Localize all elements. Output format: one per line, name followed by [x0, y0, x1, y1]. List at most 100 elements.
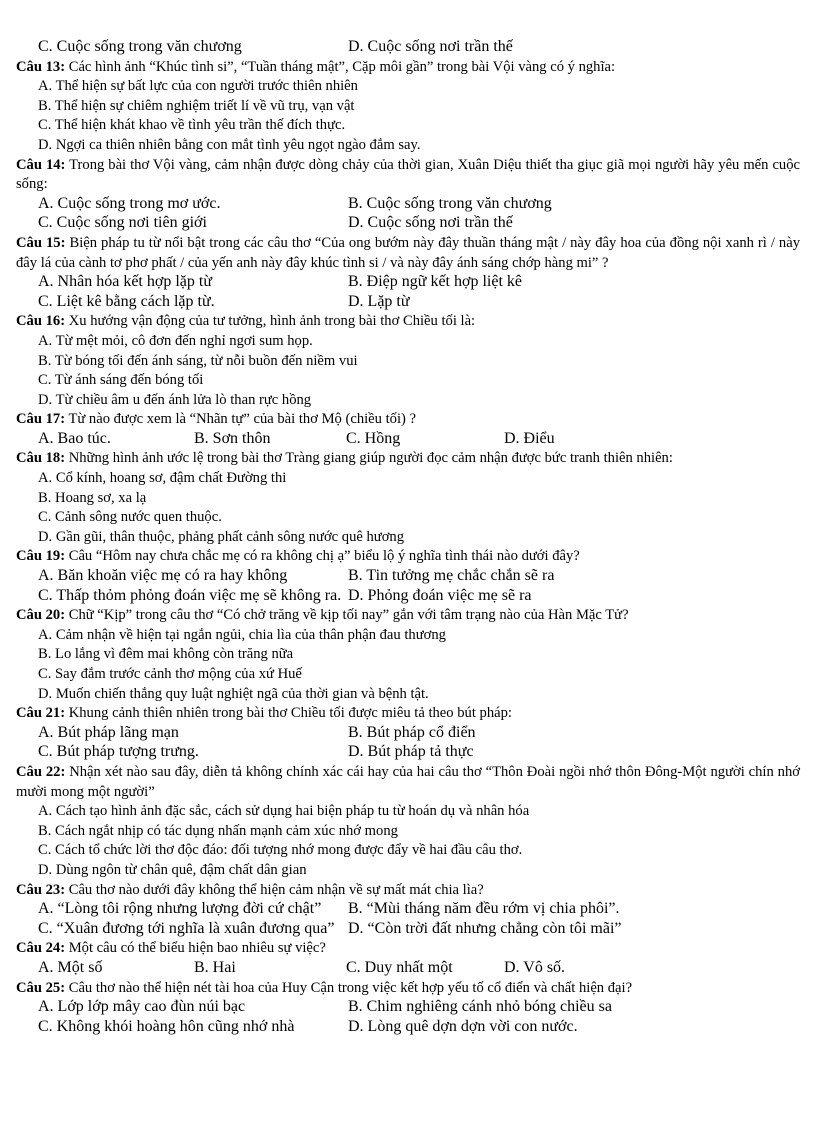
answer-option[interactable]: B. Chim nghiêng cánh nhỏ bóng chiều sa	[348, 998, 612, 1016]
answer-option[interactable]: C. Hồng	[346, 430, 400, 448]
orphan-option-d[interactable]: D. Cuộc sống nơi trần thế	[348, 38, 513, 56]
answer-option-row: C. Không khói hoàng hôn cũng nhớ nhà D. L…	[16, 1018, 800, 1038]
answer-option[interactable]: D. Từ chiều âm u đến ánh lửa lò than rực…	[16, 391, 800, 411]
answer-option[interactable]: C. “Xuân đương tới nghĩa là xuân đương q…	[38, 920, 334, 938]
question-stem: Câu 15: Biện pháp tu từ nổi bật trong cá…	[16, 234, 800, 273]
answer-option-row: C. “Xuân đương tới nghĩa là xuân đương q…	[16, 920, 800, 940]
answer-option[interactable]: C. Bút pháp tượng trưng.	[38, 743, 199, 761]
question-stem: Câu 22: Nhận xét nào sau đây, diễn tả kh…	[16, 763, 800, 802]
answer-option-row: A. Bao túc. B. Sơn thôn C. Hồng D. Điểu	[16, 430, 800, 450]
answer-option[interactable]: A. Cách tạo hình ảnh đặc sắc, cách sử dụ…	[16, 802, 800, 822]
question-number: Câu 13:	[16, 58, 66, 75]
orphan-option-row: C. Cuộc sống trong văn chương D. Cuộc số…	[16, 38, 800, 58]
question-stem: Câu 21: Khung cảnh thiên nhiên trong bài…	[16, 704, 800, 724]
answer-option[interactable]: D. Vô số.	[504, 959, 565, 977]
answer-option[interactable]: C. Từ ánh sáng đến bóng tối	[16, 371, 800, 391]
answer-option[interactable]: C. Thấp thỏm phỏng đoán việc mẹ sẽ không…	[38, 587, 341, 605]
answer-option[interactable]: D. Phỏng đoán việc mẹ sẽ ra	[348, 587, 532, 605]
answer-option[interactable]: D. Gần gũi, thân thuộc, phảng phất cảnh …	[16, 528, 800, 548]
answer-option[interactable]: A. Một số	[38, 959, 102, 977]
question-block: Câu 25: Câu thơ nào thể hiện nét tài hoa…	[16, 979, 800, 1038]
answer-option[interactable]: B. Hoang sơ, xa lạ	[16, 489, 800, 509]
question-number: Câu 22:	[16, 763, 66, 780]
answer-option[interactable]: B. “Mùi tháng năm đều rớm vị chia phôi”.	[348, 900, 620, 918]
question-block: Câu 13: Các hình ảnh “Khúc tình si”, “Tu…	[16, 58, 800, 156]
answer-option[interactable]: B. Hai	[194, 959, 236, 977]
answer-option-row: A. Nhân hóa kết hợp lặp từ B. Điệp ngữ kế…	[16, 273, 800, 293]
answer-option-row: A. Băn khoăn việc mẹ có ra hay không B. T…	[16, 567, 800, 587]
answer-option[interactable]: B. Điệp ngữ kết hợp liệt kê	[348, 273, 522, 291]
question-block: Câu 23: Câu thơ nào dưới đây không thể h…	[16, 881, 800, 940]
question-block: Câu 19: Câu “Hôm nay chưa chắc mẹ có ra …	[16, 547, 800, 606]
question-stem: Câu 24: Một câu có thể biểu hiện bao nhi…	[16, 939, 800, 959]
answer-option[interactable]: D. Bút pháp tả thực	[348, 743, 474, 761]
question-number: Câu 14:	[16, 156, 66, 173]
answer-option[interactable]: A. Cảm nhận về hiện tại ngắn ngủi, chia …	[16, 626, 800, 646]
answer-option[interactable]: D. Muốn chiến thắng quy luật nghiệt ngã …	[16, 685, 800, 705]
answer-option[interactable]: A. Bao túc.	[38, 430, 111, 448]
answer-option[interactable]: A. Bút pháp lãng mạn	[38, 724, 179, 742]
answer-option[interactable]: B. Bút pháp cổ điển	[348, 724, 476, 742]
exam-content: C. Cuộc sống trong văn chương D. Cuộc số…	[16, 38, 800, 1037]
question-block: Câu 24: Một câu có thể biểu hiện bao nhi…	[16, 939, 800, 978]
answer-option[interactable]: B. Thể hiện sự chiêm nghiệm triết lí về …	[16, 97, 800, 117]
question-number: Câu 24:	[16, 940, 66, 957]
answer-option[interactable]: B. Tin tưởng mẹ chắc chắn sẽ ra	[348, 567, 554, 585]
answer-option[interactable]: C. Không khói hoàng hôn cũng nhớ nhà	[38, 1018, 294, 1036]
answer-option[interactable]: A. Cuộc sống trong mơ ước.	[38, 195, 220, 213]
answer-option[interactable]: B. Lo lắng vì đêm mai không còn trăng nữ…	[16, 645, 800, 665]
answer-option[interactable]: A. “Lòng tôi rộng nhưng lượng đời cứ chậ…	[38, 900, 321, 918]
answer-option[interactable]: B. Sơn thôn	[194, 430, 270, 448]
answer-option[interactable]: D. Cuộc sống nơi trần thế	[348, 214, 513, 232]
answer-option[interactable]: C. Duy nhất một	[346, 959, 453, 977]
question-text: Nhận xét nào sau đây, diễn tả không chín…	[16, 763, 800, 800]
answer-option[interactable]: C. Liệt kê bằng cách lặp từ.	[38, 293, 215, 311]
answer-option[interactable]: A. Thể hiện sự bất lực của con người trư…	[16, 77, 800, 97]
answer-option[interactable]: A. Từ mệt mỏi, cô đơn đến nghỉ ngơi sum …	[16, 332, 800, 352]
question-text: Những hình ảnh ước lệ trong bài thơ Tràn…	[65, 450, 673, 467]
question-number: Câu 25:	[16, 979, 66, 996]
question-block: Câu 14: Trong bài thơ Vội vàng, cảm nhận…	[16, 156, 800, 234]
question-block: Câu 20: Chữ “Kịp” trong câu thơ “Có chở …	[16, 606, 800, 704]
answer-option-row: C. Liệt kê bằng cách lặp từ. D. Lặp từ	[16, 293, 800, 313]
question-number: Câu 23:	[16, 881, 66, 898]
answer-option[interactable]: B. Cách ngắt nhịp có tác dụng nhấn mạnh …	[16, 822, 800, 842]
question-number: Câu 19:	[16, 548, 66, 565]
answer-option[interactable]: C. Cảnh sông nước quen thuộc.	[16, 508, 800, 528]
question-stem: Câu 20: Chữ “Kịp” trong câu thơ “Có chở …	[16, 606, 800, 626]
question-text: Câu thơ nào thể hiện nét tài hoa của Huy…	[65, 979, 633, 996]
answer-option[interactable]: A. Lớp lớp mây cao đùn núi bạc	[38, 998, 245, 1016]
answer-option[interactable]: D. Ngợi ca thiên nhiên bằng con mắt tình…	[16, 136, 800, 156]
answer-option[interactable]: D. “Còn trời đất nhưng chẳng còn tôi mãi…	[348, 920, 622, 938]
question-text: Câu “Hôm nay chưa chắc mẹ có ra không ch…	[65, 548, 580, 565]
answer-option[interactable]: D. Dùng ngôn từ chân quê, đậm chất dân g…	[16, 861, 800, 881]
answer-option[interactable]: C. Thể hiện khát khao về tình yêu trần t…	[16, 116, 800, 136]
answer-option[interactable]: B. Cuộc sống trong văn chương	[348, 195, 552, 213]
question-text: Xu hướng vận động của tư tưởng, hình ảnh…	[65, 313, 476, 330]
answer-option[interactable]: A. Nhân hóa kết hợp lặp từ	[38, 273, 212, 291]
answer-option-row: C. Thấp thỏm phỏng đoán việc mẹ sẽ không…	[16, 587, 800, 607]
answer-option[interactable]: C. Say đắm trước cảnh thơ mộng của xứ Hu…	[16, 665, 800, 685]
answer-option[interactable]: C. Cách tổ chức lời thơ độc đáo: đối tượ…	[16, 841, 800, 861]
question-text: Từ nào được xem là “Nhãn tự” của bài thơ…	[65, 411, 416, 428]
answer-option-row: A. Cuộc sống trong mơ ước. B. Cuộc sống t…	[16, 195, 800, 215]
answer-option[interactable]: C. Cuộc sống nơi tiên giới	[38, 214, 207, 232]
question-number: Câu 20:	[16, 607, 66, 624]
question-text: Các hình ảnh “Khúc tình si”, “Tuần tháng…	[65, 58, 616, 75]
answer-option[interactable]: B. Từ bóng tối đến ánh sáng, từ nỗi buồn…	[16, 352, 800, 372]
question-block: Câu 15: Biện pháp tu từ nổi bật trong cá…	[16, 234, 800, 312]
question-stem: Câu 13: Các hình ảnh “Khúc tình si”, “Tu…	[16, 58, 800, 78]
answer-option-row: A. Một số B. Hai C. Duy nhất một D. Vô số.	[16, 959, 800, 979]
exam-page: C. Cuộc sống trong văn chương D. Cuộc số…	[0, 0, 816, 1123]
answer-option[interactable]: D. Lặp từ	[348, 293, 410, 311]
answer-option[interactable]: D. Lòng quê dợn dợn vời con nước.	[348, 1018, 578, 1036]
question-stem: Câu 17: Từ nào được xem là “Nhãn tự” của…	[16, 410, 800, 430]
answer-option[interactable]: D. Điểu	[504, 430, 555, 448]
question-stem: Câu 14: Trong bài thơ Vội vàng, cảm nhận…	[16, 156, 800, 195]
question-text: Biện pháp tu từ nổi bật trong các câu th…	[16, 234, 801, 271]
answer-option[interactable]: A. Băn khoăn việc mẹ có ra hay không	[38, 567, 287, 585]
question-text: Chữ “Kịp” trong câu thơ “Có chở trăng về…	[65, 607, 629, 624]
orphan-option-c[interactable]: C. Cuộc sống trong văn chương	[38, 38, 242, 56]
question-number: Câu 18:	[16, 450, 66, 467]
answer-option[interactable]: A. Cổ kính, hoang sơ, đậm chất Đường thi	[16, 469, 800, 489]
